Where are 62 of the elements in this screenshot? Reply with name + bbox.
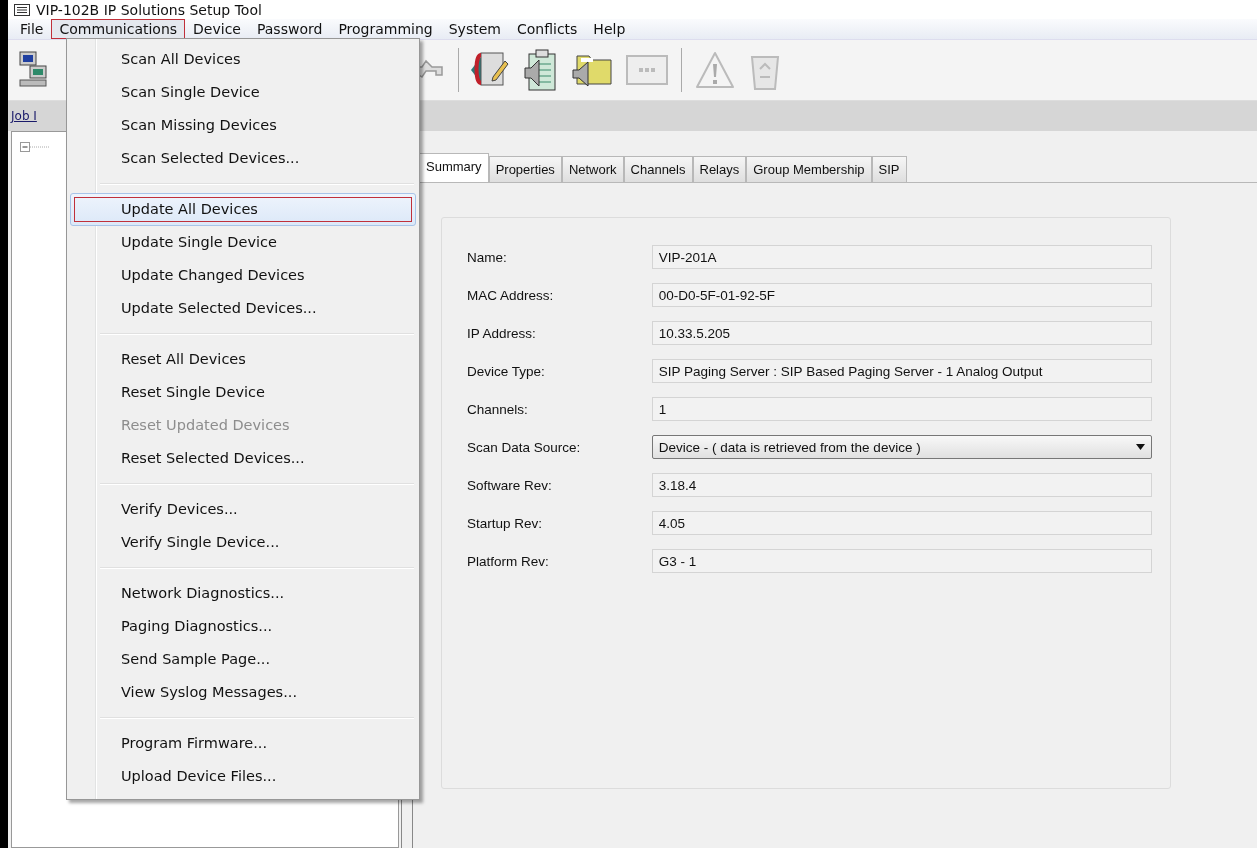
menu-item[interactable]: Update All Devices (70, 193, 416, 226)
menu-item[interactable]: Network Diagnostics... (70, 577, 416, 610)
tab[interactable]: Relays (692, 156, 747, 182)
read-only-field[interactable]: VIP-201A (651, 245, 1152, 269)
menu-bar-item[interactable]: Programming (330, 19, 441, 39)
menu-item[interactable]: Reset Selected Devices... (70, 442, 416, 475)
menu-bar-item[interactable]: File (12, 19, 52, 39)
menu-item[interactable]: Scan Single Device (70, 76, 416, 109)
warning-icon[interactable] (694, 50, 736, 90)
field-label: IP Address: (467, 325, 537, 341)
read-only-field[interactable]: 4.05 (651, 511, 1152, 535)
tab[interactable]: Group Membership (746, 156, 872, 182)
network-computers-icon[interactable] (18, 50, 48, 90)
read-only-field[interactable]: 1 (651, 397, 1152, 421)
clipboard-speaker-icon[interactable] (523, 48, 559, 92)
field-label: Device Type: (467, 363, 546, 379)
collapse-icon[interactable] (20, 142, 30, 152)
menu-bar-item[interactable]: Help (585, 19, 634, 39)
menu-item[interactable]: Verify Devices... (70, 493, 416, 526)
tree-line (30, 146, 50, 148)
field-label: Name: (467, 249, 508, 265)
field-label: Scan Data Source: (467, 439, 582, 455)
read-only-field[interactable]: G3 - 1 (651, 549, 1152, 573)
field-label: Channels: (467, 401, 529, 417)
menu-item[interactable]: Reset All Devices (70, 343, 416, 376)
read-only-field[interactable]: 10.33.5.205 (651, 321, 1152, 345)
tab[interactable]: Channels (623, 156, 693, 182)
field-label: Startup Rev: (467, 515, 544, 531)
tab[interactable]: Network (561, 156, 624, 182)
read-only-field[interactable]: SIP Paging Server : SIP Based Paging Server - 1 Analog Output (651, 359, 1152, 383)
menu-bar-item[interactable]: Device (185, 19, 249, 39)
dropdown[interactable]: Device - ( data is retrieved from the device ) (651, 435, 1152, 459)
menu-item[interactable]: Update Single Device (70, 226, 416, 259)
menu-item[interactable]: Send Sample Page... (70, 643, 416, 676)
tab[interactable]: Properties (488, 156, 562, 182)
menu-item[interactable]: Paging Diagnostics... (70, 610, 416, 643)
read-only-field[interactable]: 3.18.4 (651, 473, 1152, 497)
window-icon (14, 3, 30, 16)
menu-bar-item[interactable]: Conflicts (508, 19, 586, 39)
keypad-icon[interactable] (625, 54, 669, 86)
tab[interactable]: Summary (419, 153, 489, 182)
window-title: VIP-102B IP Solutions Setup Tool (36, 1, 262, 18)
menu-bar-item[interactable]: System (440, 19, 509, 39)
menu-item[interactable]: Program Firmware... (70, 727, 416, 760)
menu-item[interactable]: Update Changed Devices (70, 259, 416, 292)
field-label: Software Rev: (467, 477, 553, 493)
menu-item[interactable]: Scan Selected Devices... (70, 142, 416, 175)
menu-item[interactable]: Reset Single Device (70, 376, 416, 409)
field-label: Platform Rev: (467, 553, 550, 569)
menu-item[interactable]: Scan Missing Devices (70, 109, 416, 142)
menu-bar-item[interactable]: Password (248, 19, 331, 39)
tab[interactable]: SIP (871, 156, 907, 182)
job-link[interactable]: Job I (11, 109, 37, 123)
menu-item[interactable]: Scan All Devices (70, 43, 416, 76)
field-label: MAC Address: (467, 287, 555, 303)
dropdown-arrow-icon (1136, 444, 1145, 450)
menu-bar-item[interactable]: Communications (51, 19, 186, 39)
menu-item[interactable]: View Syslog Messages... (70, 676, 416, 709)
menu-item[interactable]: Upload Device Files... (70, 760, 416, 793)
menu-item[interactable]: Update Selected Devices... (70, 292, 416, 325)
read-only-field[interactable]: 00-D0-5F-01-92-5F (651, 283, 1152, 307)
menu-item[interactable]: Verify Single Device... (70, 526, 416, 559)
